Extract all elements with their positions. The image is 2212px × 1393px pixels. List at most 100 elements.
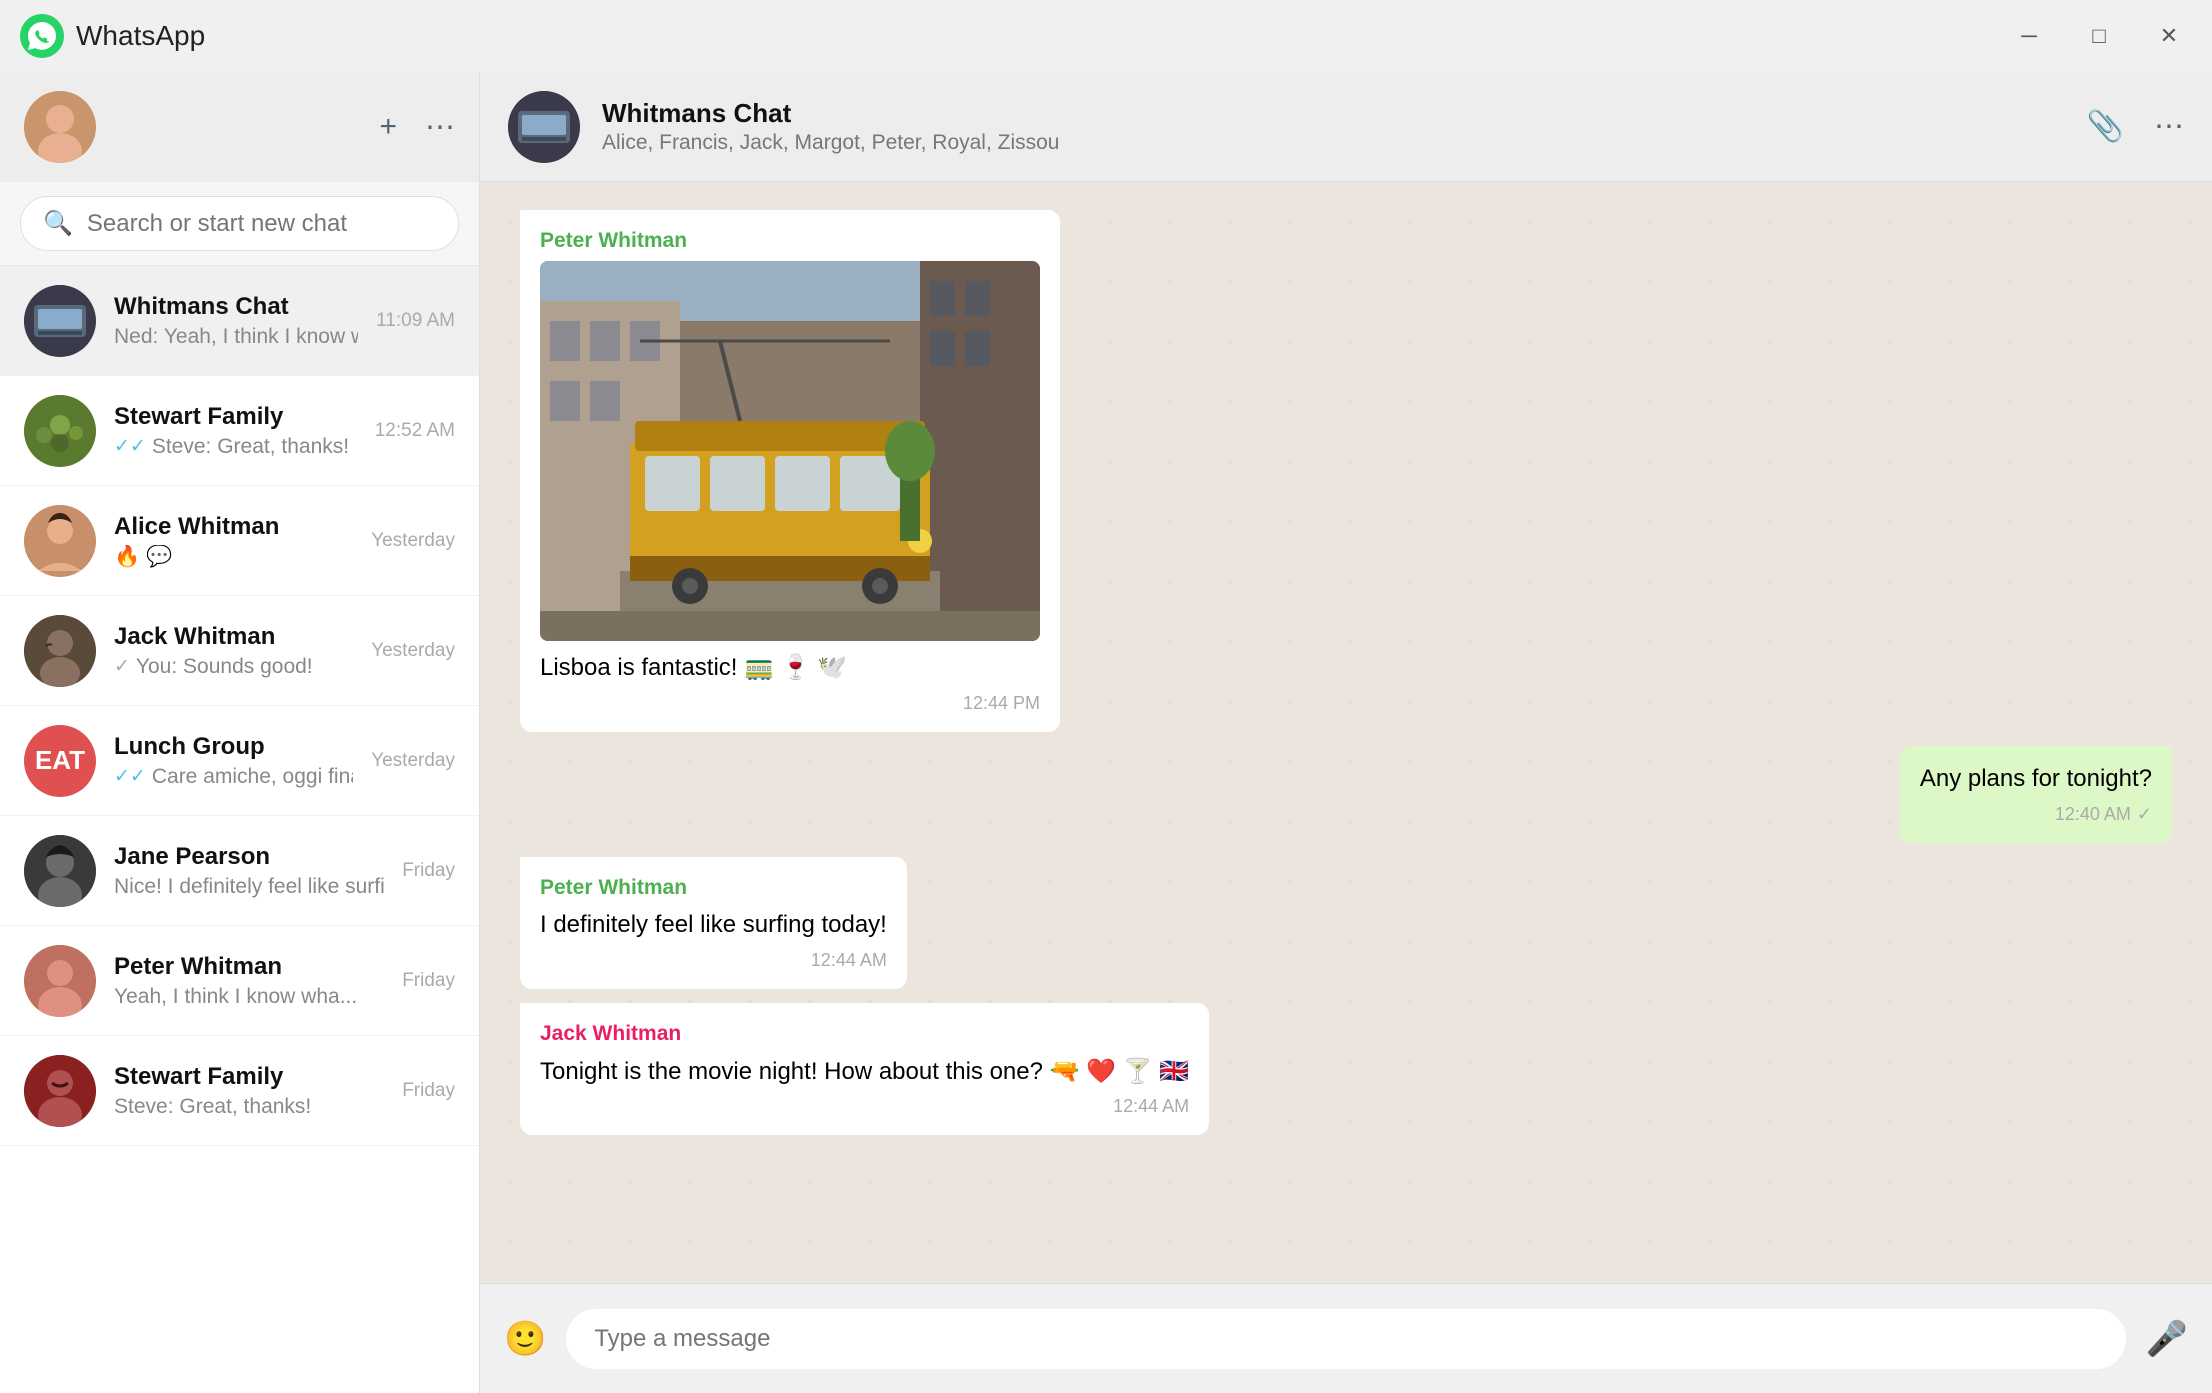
chat-meta-peter: Friday [402,970,455,992]
search-input-wrap: 🔍 [20,196,459,251]
message-time-row-3: 12:44 AM [540,948,887,973]
chat-preview-alice: 🔥 💬 [114,545,353,569]
chat-time-stewart: 12:52 AM [375,420,455,442]
chat-info-jack: Jack Whitman ✓ You: Sounds good! [114,623,353,679]
chat-item-whitmans[interactable]: Whitmans Chat Ned: Yeah, I think I know … [0,266,479,376]
avatar-jane [24,835,96,907]
chat-name-stewart2: Stewart Family [114,1063,384,1091]
chat-preview-whitmans: Ned: Yeah, I think I know wha... [114,325,358,349]
chat-time-jack: Yesterday [371,640,455,662]
mic-button[interactable]: 🎤 [2146,1319,2188,1359]
chat-item-jack[interactable]: Jack Whitman ✓ You: Sounds good! Yesterd… [0,596,479,706]
app-title: WhatsApp [76,20,1994,52]
chat-name-peter: Peter Whitman [114,953,384,981]
message-text-plans: Any plans for tonight? [1920,762,2152,796]
message-time-row-4: 12:44 AM [540,1094,1189,1119]
chat-item-jane[interactable]: Jane Pearson Nice! I definitely feel lik… [0,816,479,926]
chat-preview-jane: Nice! I definitely feel like surfing [114,875,384,899]
new-chat-button[interactable]: + [379,110,397,145]
chat-meta-whitmans: 11:09 AM [376,310,455,332]
chat-header-name: Whitmans Chat [602,98,2065,129]
chat-item-stewart[interactable]: Stewart Family ✓✓ Steve: Great, thanks! … [0,376,479,486]
message-jack-movie: Jack Whitman Tonight is the movie night!… [520,1003,1209,1135]
avatar-alice [24,505,96,577]
chat-info-whitmans: Whitmans Chat Ned: Yeah, I think I know … [114,293,358,349]
avatar-lunch: EAT [24,725,96,797]
chat-item-peter[interactable]: Peter Whitman Yeah, I think I know wha..… [0,926,479,1036]
message-peter-surfing: Peter Whitman I definitely feel like sur… [520,857,907,989]
title-bar: WhatsApp ─ □ ✕ [0,0,2212,72]
chat-info-lunch: Lunch Group ✓✓ Care amiche, oggi finalme… [114,733,353,789]
message-time-4: 12:44 AM [1113,1094,1189,1119]
message-time-row-1: 12:44 PM [540,691,1040,716]
search-input[interactable] [87,210,436,238]
message-time-3: 12:44 AM [811,948,887,973]
chat-name-stewart: Stewart Family [114,403,357,431]
chat-info-jane: Jane Pearson Nice! I definitely feel lik… [114,843,384,899]
chat-header-info[interactable]: Whitmans Chat Alice, Francis, Jack, Marg… [602,98,2065,155]
chat-time-lunch: Yesterday [371,750,455,772]
chat-name-alice: Alice Whitman [114,513,353,541]
chat-preview-jack: ✓ You: Sounds good! [114,655,353,679]
self-avatar[interactable] [24,91,96,163]
main-layout: + ⋯ 🔍 [0,72,2212,1393]
message-peter-image: Peter Whitman [520,210,1060,732]
left-header: + ⋯ [0,72,479,182]
avatar-jack [24,615,96,687]
chat-preview-lunch: ✓✓ Care amiche, oggi finalmente posso [114,765,353,789]
avatar-peter [24,945,96,1017]
menu-button[interactable]: ⋯ [425,110,455,145]
chat-item-stewart2[interactable]: Stewart Family Steve: Great, thanks! Fri… [0,1036,479,1146]
chat-preview-stewart2: Steve: Great, thanks! [114,1095,384,1119]
message-time-2: 12:40 AM [2055,802,2131,827]
chat-header-members: Alice, Francis, Jack, Margot, Peter, Roy… [602,131,2065,155]
chat-item-alice[interactable]: Alice Whitman 🔥 💬 Yesterday [0,486,479,596]
chat-meta-stewart: 12:52 AM [375,420,455,442]
chat-time-stewart2: Friday [402,1080,455,1102]
avatar-stewart2 [24,1055,96,1127]
maximize-button[interactable]: □ [2076,13,2122,59]
chat-time-whitmans: 11:09 AM [376,310,455,332]
message-image-tram [540,261,1040,641]
chat-meta-jack: Yesterday [371,640,455,662]
chat-list: Whitmans Chat Ned: Yeah, I think I know … [0,266,479,1393]
chat-info-stewart2: Stewart Family Steve: Great, thanks! [114,1063,384,1119]
chat-time-alice: Yesterday [371,530,455,552]
search-icon: 🔍 [43,209,73,238]
chat-info-stewart: Stewart Family ✓✓ Steve: Great, thanks! [114,403,357,459]
emoji-button[interactable]: 🙂 [504,1319,546,1359]
message-text-surfing: I definitely feel like surfing today! [540,908,887,942]
chat-info-alice: Alice Whitman 🔥 💬 [114,513,353,569]
message-input[interactable] [566,1309,2125,1369]
chat-meta-alice: Yesterday [371,530,455,552]
minimize-button[interactable]: ─ [2006,13,2052,59]
avatar-stewart [24,395,96,467]
chat-header-actions: 📎 ⋯ [2087,109,2184,144]
message-text-lisboa: Lisboa is fantastic! 🚃 🍷 🕊️ [540,651,1040,685]
chat-meta-stewart2: Friday [402,1080,455,1102]
more-options-button[interactable]: ⋯ [2154,109,2184,144]
chat-preview-stewart: ✓✓ Steve: Great, thanks! [114,435,357,459]
search-bar: 🔍 [0,182,479,266]
chat-meta-lunch: Yesterday [371,750,455,772]
right-panel: Whitmans Chat Alice, Francis, Jack, Marg… [480,72,2212,1393]
window-controls: ─ □ ✕ [2006,13,2192,59]
chat-name-jane: Jane Pearson [114,843,384,871]
messages-area: Peter Whitman [480,182,2212,1283]
chat-name-lunch: Lunch Group [114,733,353,761]
message-text-movie: Tonight is the movie night! How about th… [540,1055,1189,1089]
left-header-actions: + ⋯ [379,110,455,145]
message-time-1: 12:44 PM [963,691,1040,716]
left-panel: + ⋯ 🔍 [0,72,480,1393]
chat-header-avatar[interactable] [508,91,580,163]
chat-item-lunch[interactable]: EAT Lunch Group ✓✓ Care amiche, oggi fin… [0,706,479,816]
close-button[interactable]: ✕ [2146,13,2192,59]
message-sender-peter-2: Peter Whitman [540,873,887,902]
chat-time-peter: Friday [402,970,455,992]
chat-meta-jane: Friday [402,860,455,882]
message-tick-2: ✓ [2137,802,2152,827]
chat-preview-peter: Yeah, I think I know wha... [114,985,384,1009]
attachment-button[interactable]: 📎 [2087,109,2124,144]
message-sender-jack: Jack Whitman [540,1019,1189,1048]
message-outgoing-plans: Any plans for tonight? 12:40 AM ✓ [1900,746,2172,843]
